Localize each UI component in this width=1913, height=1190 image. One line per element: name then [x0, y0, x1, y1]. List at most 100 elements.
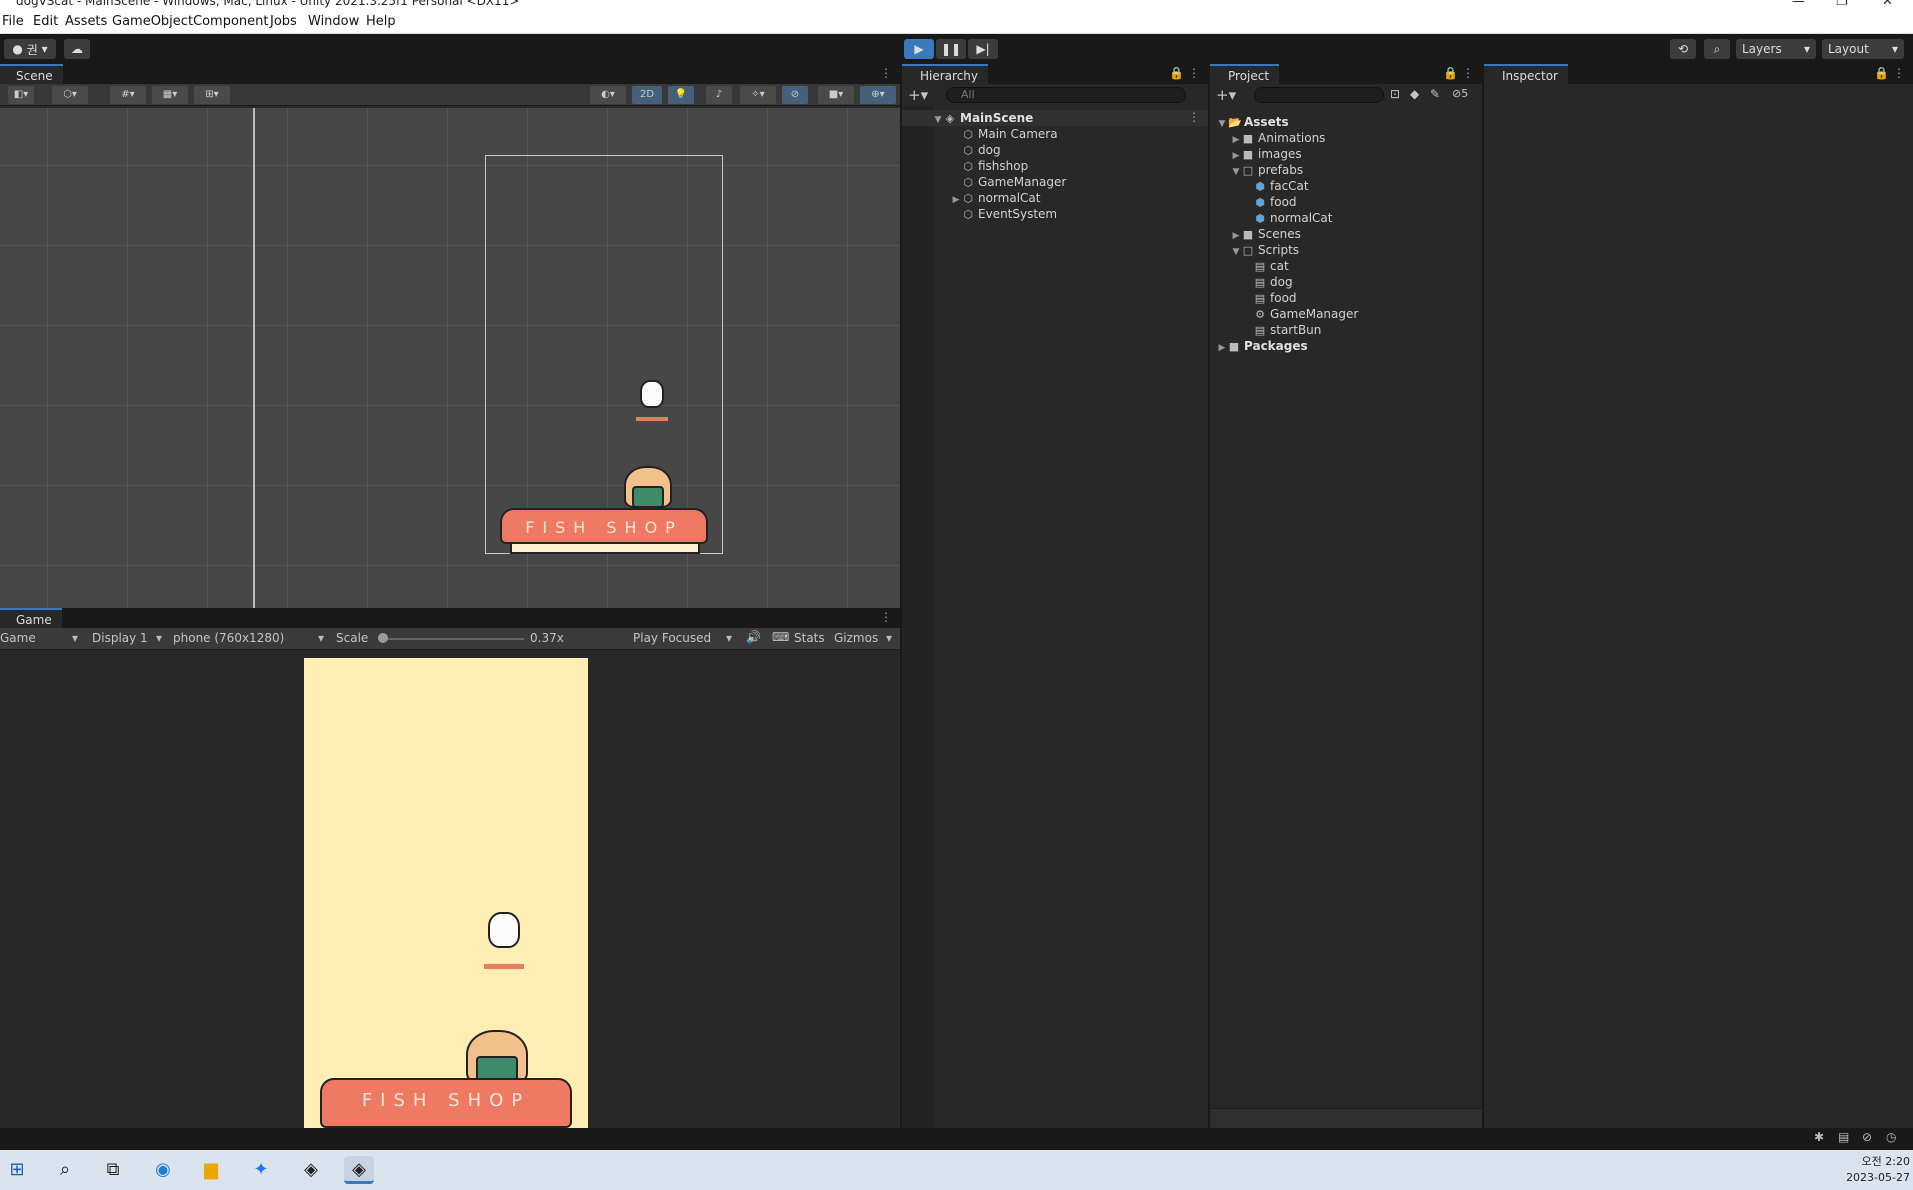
account-dropdown[interactable]: ● 권 ▾ [4, 39, 56, 59]
step-button[interactable]: ▶| [968, 39, 998, 59]
close-button[interactable]: ✕ [1882, 0, 1893, 9]
tab-inspector[interactable]: Inspector [1484, 64, 1568, 84]
project-script-startbun[interactable]: ▤ startBun [1254, 322, 1322, 338]
lock-icon[interactable]: 🔒 [1443, 66, 1458, 80]
hidden-packages-icon[interactable]: ⊘5 [1452, 87, 1468, 100]
lighting-toggle[interactable]: 💡 [668, 86, 694, 104]
hidden-objects-toggle[interactable]: ⊘ [782, 86, 808, 104]
tab-project[interactable]: Project [1210, 64, 1280, 84]
more-options-icon[interactable]: ⋮ [1188, 66, 1200, 80]
menu-window[interactable]: Window [308, 14, 359, 29]
unity-hub-icon[interactable]: ◈ [296, 1156, 326, 1184]
stats-button[interactable]: Stats [794, 631, 825, 645]
console-icon[interactable]: ▤ [1838, 1130, 1849, 1144]
menu-file[interactable]: File [2, 14, 24, 29]
expand-arrow-icon[interactable]: ▶ [950, 192, 962, 208]
tab-hierarchy[interactable]: Hierarchy [902, 64, 989, 84]
project-search-input[interactable] [1254, 87, 1384, 103]
expand-arrow-icon[interactable]: ▶ [1216, 340, 1228, 356]
display-dropdown[interactable]: Display 1 [92, 631, 148, 645]
app-icon[interactable]: ✦ [246, 1156, 276, 1184]
tab-game[interactable]: Game [0, 608, 62, 628]
bug-icon[interactable]: ✱ [1814, 1130, 1824, 1144]
search-icon[interactable]: ⌕ [50, 1156, 80, 1184]
expand-arrow-icon[interactable]: ▼ [1230, 244, 1242, 260]
maximize-button[interactable]: ❐ [1836, 0, 1848, 9]
resolution-dropdown[interactable]: phone (760x1280) [173, 631, 284, 645]
lock-icon[interactable]: 🔒 [1169, 66, 1184, 80]
add-icon[interactable]: +▾ [908, 86, 928, 104]
menu-jobs[interactable]: Jobs [270, 14, 297, 29]
project-script-gamemanager[interactable]: ⚙ GameManager [1254, 306, 1358, 322]
gizmos-dropdown[interactable]: Gizmos [834, 631, 878, 645]
ruler-button[interactable]: ⊞▾ [194, 86, 230, 104]
menu-gameobject[interactable]: GameObject [112, 14, 193, 29]
fishshop-sprite[interactable]: FISH SHOP [500, 508, 708, 544]
menu-edit[interactable]: Edit [33, 14, 58, 29]
project-script-dog[interactable]: ▤ dog [1254, 274, 1293, 290]
expand-arrow-icon[interactable]: ▼ [1230, 164, 1242, 180]
project-prefab-food[interactable]: ⬢ food [1254, 194, 1296, 210]
pause-button[interactable]: ❚❚ [936, 39, 966, 59]
project-script-food[interactable]: ▤ food [1254, 290, 1297, 306]
more-options-icon[interactable]: ⋮ [1462, 66, 1474, 80]
hierarchy-item-normalcat[interactable]: ▶ ⬡ normalCat [950, 190, 1041, 208]
history-button[interactable]: ⟲ [1670, 39, 1696, 59]
add-icon[interactable]: +▾ [1216, 86, 1236, 104]
project-script-cat[interactable]: ▤ cat [1254, 258, 1289, 274]
tab-scene[interactable]: Scene [0, 64, 63, 84]
favorite-icon[interactable]: ✎ [1430, 87, 1440, 101]
project-folder-animations[interactable]: ▶ ■ Animations [1230, 130, 1326, 146]
game-view-dropdown[interactable]: Game [0, 631, 36, 645]
scale-slider-thumb[interactable] [378, 633, 388, 643]
unity-editor-icon[interactable]: ◈ [344, 1156, 374, 1184]
windows-start-icon[interactable]: ⊞ [2, 1156, 32, 1184]
project-folder-packages[interactable]: ▶ ■ Packages [1216, 338, 1308, 354]
more-options-icon[interactable]: ⋮ [1188, 110, 1200, 124]
project-folder-scenes[interactable]: ▶ ■ Scenes [1230, 226, 1301, 242]
game-viewport[interactable]: FISH SHOP [0, 650, 900, 1128]
more-options-icon[interactable]: ⋮ [880, 66, 892, 80]
play-mode-dropdown[interactable]: Play Focused [633, 631, 711, 645]
cloud-button[interactable]: ☁ [64, 39, 90, 59]
minimize-button[interactable]: — [1792, 0, 1805, 9]
filter-by-label-icon[interactable]: ◆ [1410, 87, 1419, 101]
dog-sprite[interactable] [640, 380, 664, 408]
hierarchy-scene-root[interactable]: ▼ ◈ MainScene [932, 110, 1034, 128]
project-folder-scripts[interactable]: ▼ □ Scripts [1230, 242, 1300, 260]
scale-slider-track[interactable] [378, 638, 524, 640]
hierarchy-item-main-camera[interactable]: ⬡ Main Camera [962, 126, 1057, 142]
hierarchy-item-eventsystem[interactable]: ⬡ EventSystem [962, 206, 1057, 222]
progress-check-icon[interactable]: ◷ [1886, 1130, 1896, 1144]
gizmos-button[interactable]: ⊕▾ [860, 86, 896, 104]
project-folder-prefabs[interactable]: ▼ □ prefabs [1230, 162, 1304, 180]
play-button[interactable]: ▶ [904, 39, 934, 59]
hierarchy-item-gamemanager[interactable]: ⬡ GameManager [962, 174, 1066, 190]
project-prefab-normalcat[interactable]: ⬢ normalCat [1254, 210, 1332, 226]
menu-help[interactable]: Help [366, 14, 396, 29]
grid-snap-button[interactable]: #▾ [110, 86, 146, 104]
expand-arrow-icon[interactable]: ▼ [1216, 116, 1228, 132]
search-by-type-icon[interactable]: ⊡ [1390, 87, 1400, 101]
render-mode-button[interactable]: ⬡▾ [52, 86, 88, 104]
hierarchy-search-input[interactable]: All [946, 87, 1186, 103]
project-folder-assets[interactable]: ▼ 📂 Assets [1216, 114, 1289, 130]
menu-assets[interactable]: Assets [65, 14, 107, 29]
scene-viewport[interactable]: FISH SHOP [0, 108, 900, 608]
taskbar-clock[interactable]: 오전 2:20 2023-05-27 [1820, 1153, 1910, 1184]
audio-toggle[interactable]: ♪ [706, 86, 732, 104]
mode-2d-toggle[interactable]: 2D [632, 86, 662, 104]
layers-dropdown[interactable]: Layers ▾ [1736, 39, 1816, 59]
file-explorer-icon[interactable]: ▆ [196, 1156, 226, 1184]
lock-icon[interactable]: 🔒 [1874, 66, 1889, 80]
camera-settings-button[interactable]: ■▾ [818, 86, 854, 104]
hierarchy-item-fishshop[interactable]: ⬡ fishshop [962, 158, 1028, 174]
draw-mode-button[interactable]: ◧▾ [8, 86, 34, 104]
search-button[interactable]: ⌕ [1704, 39, 1730, 59]
menu-component[interactable]: Component [193, 14, 268, 29]
edge-browser-icon[interactable]: ◉ [148, 1156, 178, 1184]
shading-button[interactable]: ◐▾ [590, 86, 626, 104]
keyboard-icon[interactable]: ⌨ [772, 630, 789, 644]
expand-arrow-icon[interactable]: ▼ [932, 112, 944, 128]
task-view-icon[interactable]: ⧉ [98, 1156, 128, 1184]
